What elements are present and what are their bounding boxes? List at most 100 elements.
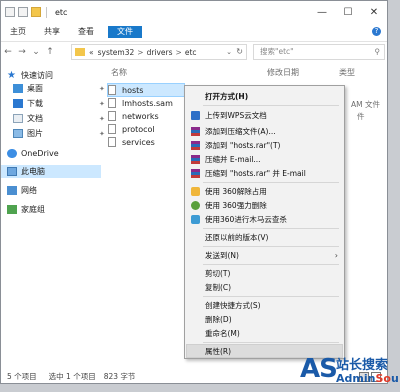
menu-item-restore-previous[interactable]: 还原以前的版本(V) bbox=[187, 231, 342, 243]
file-icon bbox=[108, 124, 116, 134]
checkbox-icon[interactable] bbox=[18, 7, 28, 17]
help-icon[interactable]: ? bbox=[372, 27, 381, 36]
360-shred-icon bbox=[191, 200, 200, 210]
tab-home[interactable]: 主页 bbox=[1, 23, 35, 41]
refresh-icon[interactable]: ↻ bbox=[236, 47, 243, 56]
file-icon bbox=[108, 111, 116, 121]
menu-item-send-to[interactable]: 发送到(N) › bbox=[187, 249, 342, 261]
menu-item-label: 添加到压缩文件(A)... bbox=[205, 126, 276, 136]
file-row-hosts[interactable]: hosts bbox=[107, 83, 185, 97]
menu-item-copy[interactable]: 复制(C) bbox=[187, 281, 342, 293]
properties-icon[interactable] bbox=[5, 7, 15, 17]
sidebar-item-desktop[interactable]: 桌面 ✦ bbox=[13, 82, 105, 95]
watermark-title: 站长搜索 bbox=[336, 358, 389, 373]
menu-item-create-shortcut[interactable]: 创建快捷方式(S) bbox=[187, 299, 342, 311]
menu-item-360-delete[interactable]: 使用 360强力删除 bbox=[187, 199, 342, 211]
forward-arrow-icon[interactable]: → bbox=[15, 47, 29, 57]
chevron-down-icon[interactable]: ⌄ bbox=[226, 48, 232, 56]
close-button[interactable]: ✕ bbox=[361, 1, 387, 23]
column-header-name[interactable]: 名称 bbox=[111, 67, 127, 78]
address-overflow[interactable]: « bbox=[89, 48, 94, 57]
winrar-icon bbox=[191, 154, 200, 164]
column-header-type[interactable]: 类型 bbox=[339, 67, 355, 78]
sidebar-item-label: 网络 bbox=[21, 186, 37, 195]
navigation-pane: ★ 快速访问 桌面 ✦ 下载 ✦ 文档 ✦ 图片 ✦ OneDrive 此电脑 … bbox=[1, 63, 105, 367]
up-arrow-icon[interactable]: ↑ bbox=[43, 47, 57, 57]
computer-icon bbox=[7, 167, 17, 176]
sidebar-item-network[interactable]: 网络 bbox=[7, 184, 37, 197]
breadcrumb-etc[interactable]: etc bbox=[185, 48, 197, 57]
menu-item-add-archive[interactable]: 添加到压缩文件(A)... bbox=[187, 125, 342, 137]
menu-item-label: 上传到WPS云文档 bbox=[205, 110, 267, 120]
file-row-networks[interactable]: networks bbox=[108, 110, 159, 122]
menu-item-cut[interactable]: 剪切(T) bbox=[187, 267, 342, 279]
menu-item-rename[interactable]: 重命名(M) bbox=[187, 327, 342, 339]
minimize-button[interactable]: — bbox=[309, 1, 335, 23]
window-title: etc bbox=[55, 7, 68, 17]
sidebar-item-homegroup[interactable]: 家庭组 bbox=[7, 203, 45, 216]
menu-item-upload-wps[interactable]: 上传到WPS云文档 bbox=[187, 109, 342, 121]
search-input[interactable]: 搜索"etc" ⚲ bbox=[253, 44, 385, 60]
file-icon bbox=[108, 85, 116, 95]
menu-item-label: 使用360进行木马云查杀 bbox=[205, 214, 287, 224]
file-name: services bbox=[122, 137, 155, 147]
tab-share[interactable]: 共享 bbox=[35, 23, 69, 41]
cloud-icon bbox=[7, 149, 17, 158]
sidebar-item-onedrive[interactable]: OneDrive bbox=[7, 147, 59, 160]
pin-icon: ✦ bbox=[99, 114, 105, 123]
download-icon bbox=[13, 99, 23, 108]
file-name: networks bbox=[122, 111, 159, 121]
wps-cloud-icon bbox=[191, 110, 200, 120]
menu-item-label: 发送到(N) bbox=[205, 250, 239, 260]
menu-item-label: 使用 360解除占用 bbox=[205, 186, 267, 196]
menu-item-label: 复制(C) bbox=[205, 282, 232, 292]
360-scan-icon bbox=[191, 214, 200, 224]
address-bar[interactable]: « system32 > drivers > etc ⌄ ↻ bbox=[71, 44, 247, 60]
breadcrumb-system32[interactable]: system32 bbox=[98, 48, 135, 57]
menu-item-compress-email[interactable]: 压缩并 E-mail... bbox=[187, 153, 342, 165]
file-name: protocol bbox=[122, 124, 155, 134]
sidebar-item-pictures[interactable]: 图片 ✦ bbox=[13, 127, 105, 140]
file-icon bbox=[108, 137, 116, 147]
status-selected: 选中 1 个项目 bbox=[48, 371, 96, 381]
back-arrow-icon[interactable]: ← bbox=[1, 47, 15, 57]
column-header-date[interactable]: 修改日期 bbox=[267, 67, 299, 78]
maximize-button[interactable]: ☐ bbox=[335, 1, 361, 23]
quick-access-toolbar bbox=[5, 6, 49, 18]
menu-item-360-scan[interactable]: 使用360进行木马云查杀 bbox=[187, 213, 342, 225]
menu-item-add-hosts-rar[interactable]: 添加到 "hosts.rar"(T) bbox=[187, 139, 342, 151]
menu-item-label: 添加到 "hosts.rar"(T) bbox=[205, 140, 281, 150]
winrar-icon bbox=[191, 126, 200, 136]
winrar-icon bbox=[191, 140, 200, 150]
watermark-site: AdminSou bbox=[336, 372, 399, 385]
document-icon bbox=[13, 114, 23, 123]
file-row-services[interactable]: services bbox=[108, 136, 155, 148]
menu-item-compress-hosts-email[interactable]: 压缩到 "hosts.rar" 并 E-mail bbox=[187, 167, 342, 179]
homegroup-icon bbox=[7, 205, 17, 214]
sidebar-item-this-pc[interactable]: 此电脑 bbox=[1, 165, 101, 178]
menu-item-label: 剪切(T) bbox=[205, 268, 231, 278]
recent-chevron-icon[interactable]: ⌄ bbox=[29, 47, 43, 57]
quick-access[interactable]: ★ 快速访问 bbox=[7, 69, 53, 82]
chevron-right-icon: › bbox=[334, 250, 338, 260]
pin-icon: ✦ bbox=[99, 99, 105, 108]
breadcrumb-drivers[interactable]: drivers bbox=[147, 48, 173, 57]
file-row-protocol[interactable]: protocol bbox=[108, 123, 155, 135]
menu-divider bbox=[203, 246, 339, 247]
menu-item-open-with[interactable]: 打开方式(H) bbox=[187, 90, 342, 102]
folder-icon[interactable] bbox=[31, 7, 41, 17]
menu-item-360-unlock[interactable]: 使用 360解除占用 bbox=[187, 185, 342, 197]
pin-icon: ✦ bbox=[99, 129, 105, 138]
sidebar-item-label: OneDrive bbox=[21, 149, 59, 158]
sidebar-item-documents[interactable]: 文档 ✦ bbox=[13, 112, 105, 125]
window-controls: — ☐ ✕ bbox=[309, 1, 387, 23]
search-icon[interactable]: ⚲ bbox=[375, 45, 381, 59]
breadcrumb-separator: > bbox=[175, 47, 182, 57]
tab-view[interactable]: 查看 bbox=[69, 23, 103, 41]
quick-access-label: 快速访问 bbox=[21, 71, 53, 80]
menu-item-delete[interactable]: 删除(D) bbox=[187, 313, 342, 325]
tab-file[interactable]: 文件 bbox=[108, 26, 142, 38]
sidebar-item-downloads[interactable]: 下载 ✦ bbox=[13, 97, 105, 110]
ribbon-tabs: 文件 主页 共享 查看 ? bbox=[1, 23, 387, 42]
file-row-lmhosts[interactable]: lmhosts.sam bbox=[108, 97, 173, 109]
